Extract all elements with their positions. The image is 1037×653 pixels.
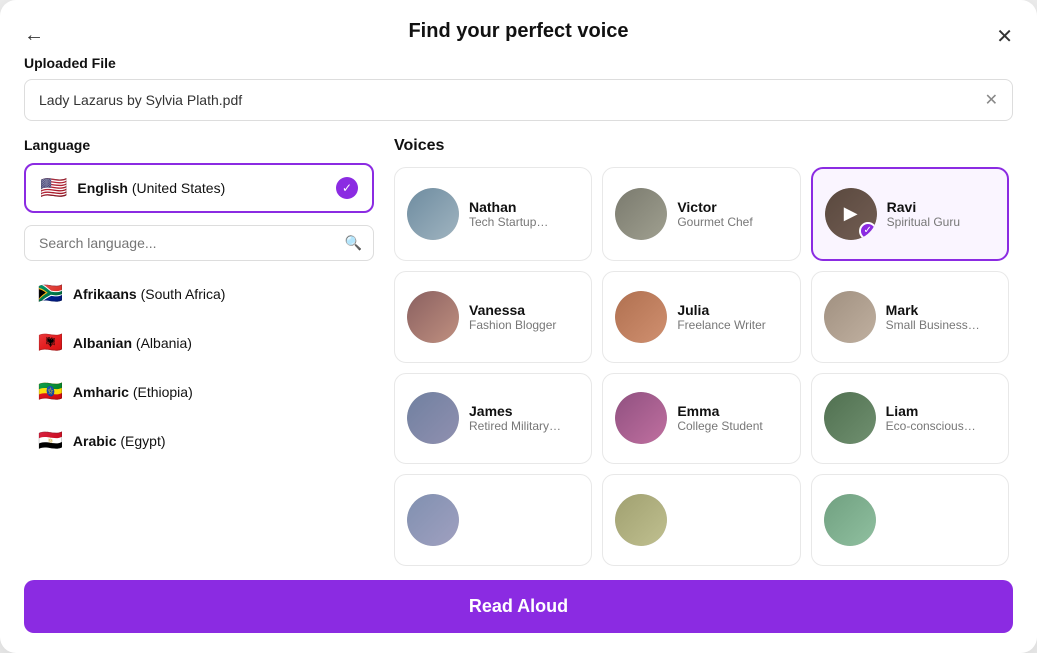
lang-flag: 🇪🇹	[38, 379, 63, 404]
voice-desc: Small Business…	[886, 318, 980, 332]
voice-card-partial-partial2[interactable]	[602, 474, 800, 566]
voice-avatar-partial	[824, 494, 876, 546]
file-name: Lady Lazarus by Sylvia Plath.pdf	[39, 92, 985, 108]
voice-desc: Tech Startup…	[469, 215, 548, 229]
voice-name: Nathan	[469, 199, 548, 215]
voice-desc: Retired Military…	[469, 419, 561, 433]
voice-name: Vanessa	[469, 302, 556, 318]
voice-name: Mark	[886, 302, 980, 318]
voice-avatar-emma	[615, 392, 667, 444]
language-selected[interactable]: 🇺🇸 English (United States) ✓	[24, 163, 374, 213]
selected-lang-name: English (United States)	[77, 180, 326, 196]
voice-avatar-james	[407, 392, 459, 444]
voice-avatar-vanessa	[407, 291, 459, 343]
modal-title: Find your perfect voice	[408, 20, 628, 43]
language-label: Language	[24, 137, 374, 153]
language-search-wrap: 🔍	[24, 225, 374, 261]
voice-name: James	[469, 403, 561, 419]
voice-card-vanessa[interactable]: Vanessa Fashion Blogger	[394, 271, 592, 363]
voice-card-victor[interactable]: Victor Gourmet Chef	[602, 167, 800, 261]
main-content: Language 🇺🇸 English (United States) ✓ 🔍 …	[0, 137, 1037, 566]
language-list-item[interactable]: 🇦🇱 Albanian (Albania)	[24, 320, 370, 365]
file-input-row: Lady Lazarus by Sylvia Plath.pdf ✕	[24, 79, 1013, 121]
voice-info-ravi: Ravi Spiritual Guru	[887, 199, 960, 229]
selected-check-icon: ✓	[336, 177, 358, 199]
search-icon: 🔍	[345, 235, 362, 252]
voices-label: Voices	[394, 137, 1013, 155]
voice-info-vanessa: Vanessa Fashion Blogger	[469, 302, 556, 332]
voice-avatar-liam	[824, 392, 876, 444]
voice-card-partial-partial3[interactable]	[811, 474, 1009, 566]
voice-avatar-mark	[824, 291, 876, 343]
voice-desc: Fashion Blogger	[469, 318, 556, 332]
voice-name: Victor	[677, 199, 752, 215]
language-list-item[interactable]: 🇪🇹 Amharic (Ethiopia)	[24, 369, 370, 414]
voice-card-liam[interactable]: Liam Eco-conscious…	[811, 373, 1009, 465]
lang-item-name: Afrikaans (South Africa)	[73, 286, 226, 302]
voice-info-julia: Julia Freelance Writer	[677, 302, 765, 332]
bottom-bar: Read Aloud	[0, 566, 1037, 653]
language-list-item[interactable]: 🇪🇬 Arabic (Egypt)	[24, 418, 370, 463]
voice-info-victor: Victor Gourmet Chef	[677, 199, 752, 229]
voice-selected-check: ✓	[859, 222, 877, 240]
voice-card-ravi[interactable]: ▶✓ Ravi Spiritual Guru	[811, 167, 1009, 261]
language-panel: Language 🇺🇸 English (United States) ✓ 🔍 …	[24, 137, 374, 566]
voice-card-julia[interactable]: Julia Freelance Writer	[602, 271, 800, 363]
back-button[interactable]: ←	[20, 20, 48, 51]
voice-name: Julia	[677, 302, 765, 318]
voice-avatar-victor	[615, 188, 667, 240]
voice-info-mark: Mark Small Business…	[886, 302, 980, 332]
file-section-label: Uploaded File	[24, 55, 1013, 71]
main-modal: ← Find your perfect voice ✕ Uploaded Fil…	[0, 0, 1037, 653]
voice-info-emma: Emma College Student	[677, 403, 762, 433]
close-button[interactable]: ✕	[992, 20, 1017, 53]
language-list-item[interactable]: 🇿🇦 Afrikaans (South Africa)	[24, 271, 370, 316]
voice-card-james[interactable]: James Retired Military…	[394, 373, 592, 465]
lang-flag: 🇪🇬	[38, 428, 63, 453]
voice-desc: Freelance Writer	[677, 318, 765, 332]
voice-avatar-ravi: ▶✓	[825, 188, 877, 240]
voice-name: Liam	[886, 403, 976, 419]
lang-flag: 🇦🇱	[38, 330, 63, 355]
file-section: Uploaded File Lady Lazarus by Sylvia Pla…	[0, 55, 1037, 137]
voice-card-emma[interactable]: Emma College Student	[602, 373, 800, 465]
language-list: 🇿🇦 Afrikaans (South Africa)🇦🇱 Albanian (…	[24, 271, 374, 566]
voice-name: Ravi	[887, 199, 960, 215]
voice-avatar-partial	[615, 494, 667, 546]
lang-flag: 🇿🇦	[38, 281, 63, 306]
voice-desc: Spiritual Guru	[887, 215, 960, 229]
voice-card-partial-partial1[interactable]	[394, 474, 592, 566]
read-aloud-button[interactable]: Read Aloud	[24, 580, 1013, 633]
voice-avatar-partial	[407, 494, 459, 546]
voice-avatar-nathan	[407, 188, 459, 240]
lang-item-name: Albanian (Albania)	[73, 335, 192, 351]
lang-item-name: Arabic (Egypt)	[73, 433, 166, 449]
voice-info-james: James Retired Military…	[469, 403, 561, 433]
selected-flag: 🇺🇸	[40, 175, 67, 201]
voice-info-liam: Liam Eco-conscious…	[886, 403, 976, 433]
voice-avatar-julia	[615, 291, 667, 343]
file-clear-button[interactable]: ✕	[985, 90, 998, 110]
voice-desc: Eco-conscious…	[886, 419, 976, 433]
lang-item-name: Amharic (Ethiopia)	[73, 384, 193, 400]
voices-panel: Voices Nathan Tech Startup… Victor Gourme…	[394, 137, 1013, 566]
modal-header: ← Find your perfect voice ✕	[0, 0, 1037, 55]
voice-name: Emma	[677, 403, 762, 419]
voice-desc: Gourmet Chef	[677, 215, 752, 229]
voice-info-nathan: Nathan Tech Startup…	[469, 199, 548, 229]
voice-desc: College Student	[677, 419, 762, 433]
voice-card-mark[interactable]: Mark Small Business…	[811, 271, 1009, 363]
voice-card-nathan[interactable]: Nathan Tech Startup…	[394, 167, 592, 261]
voices-grid: Nathan Tech Startup… Victor Gourmet Chef ▶…	[394, 167, 1013, 566]
language-search-input[interactable]	[24, 225, 374, 261]
